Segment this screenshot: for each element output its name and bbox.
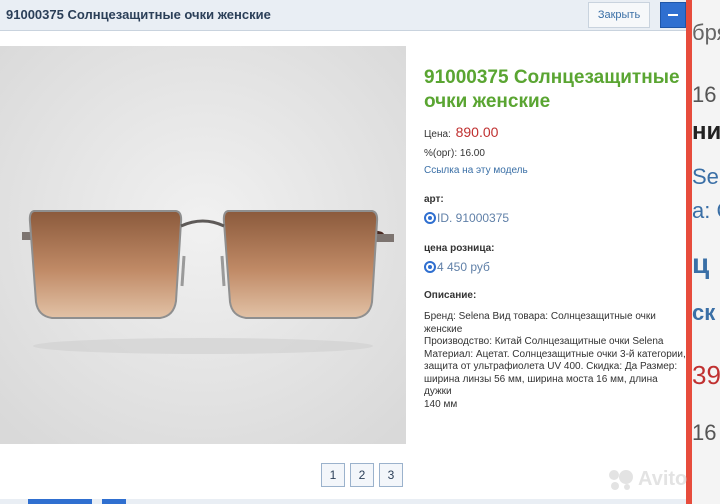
watermark-text: Avito: [638, 468, 688, 490]
background-text: ск: [692, 300, 716, 325]
sunglasses-image: [0, 46, 406, 444]
background-text: 16: [692, 82, 717, 107]
product-modal: 91000375 Солнцезащитные очки женские Зак…: [0, 0, 686, 504]
modal-title: 91000375 Солнцезащитные очки женские: [6, 7, 271, 22]
background-text: 16: [692, 420, 717, 445]
image-pagination: 1 2 3: [321, 463, 403, 487]
modal-titlebar: 91000375 Солнцезащитные очки женские Зак…: [0, 0, 686, 31]
product-info: 91000375 Солнцезащитные очки женские Цен…: [424, 66, 686, 411]
description-label: Описание:: [424, 290, 477, 301]
background-text: Se: [692, 164, 719, 189]
art-label: арт:: [424, 194, 444, 205]
avito-watermark: Avito: [608, 468, 687, 491]
retail-label: цена розница:: [424, 243, 495, 254]
background-text: 39: [692, 360, 720, 390]
art-option[interactable]: ID. 91000375: [424, 211, 684, 225]
retail-value: 4 450 руб: [437, 260, 490, 274]
background-text: бря: [692, 20, 720, 45]
bottom-tab[interactable]: [28, 499, 92, 504]
price-label: Цена:: [424, 129, 451, 140]
background-text: а: С: [692, 198, 720, 223]
org-fee: %(орг): 16.00: [424, 148, 485, 159]
price-row: Цена: 890.00: [424, 124, 684, 140]
bottom-tab[interactable]: [102, 499, 126, 504]
price-value: 890.00: [455, 124, 499, 140]
art-value: ID. 91000375: [437, 211, 510, 225]
close-button[interactable]: Закрыть: [588, 2, 650, 28]
avito-logo-icon: [609, 469, 633, 490]
radio-selected-icon[interactable]: [424, 261, 436, 273]
model-link[interactable]: Ссылка на эту модель: [424, 165, 684, 176]
background-text: ц: [692, 248, 710, 279]
retail-option[interactable]: 4 450 руб: [424, 260, 684, 274]
page-button-1[interactable]: 1: [321, 463, 345, 487]
collapse-button[interactable]: [660, 2, 686, 28]
page-button-3[interactable]: 3: [379, 463, 403, 487]
background-text: ние: [692, 118, 720, 145]
page-button-2[interactable]: 2: [350, 463, 374, 487]
product-description: Бренд: Selena Вид товара: Солнцезащитные…: [424, 311, 686, 410]
product-photo[interactable]: [0, 46, 406, 444]
radio-selected-icon[interactable]: [424, 212, 436, 224]
product-title: 91000375 Солнцезащитные очки женские: [424, 67, 680, 112]
